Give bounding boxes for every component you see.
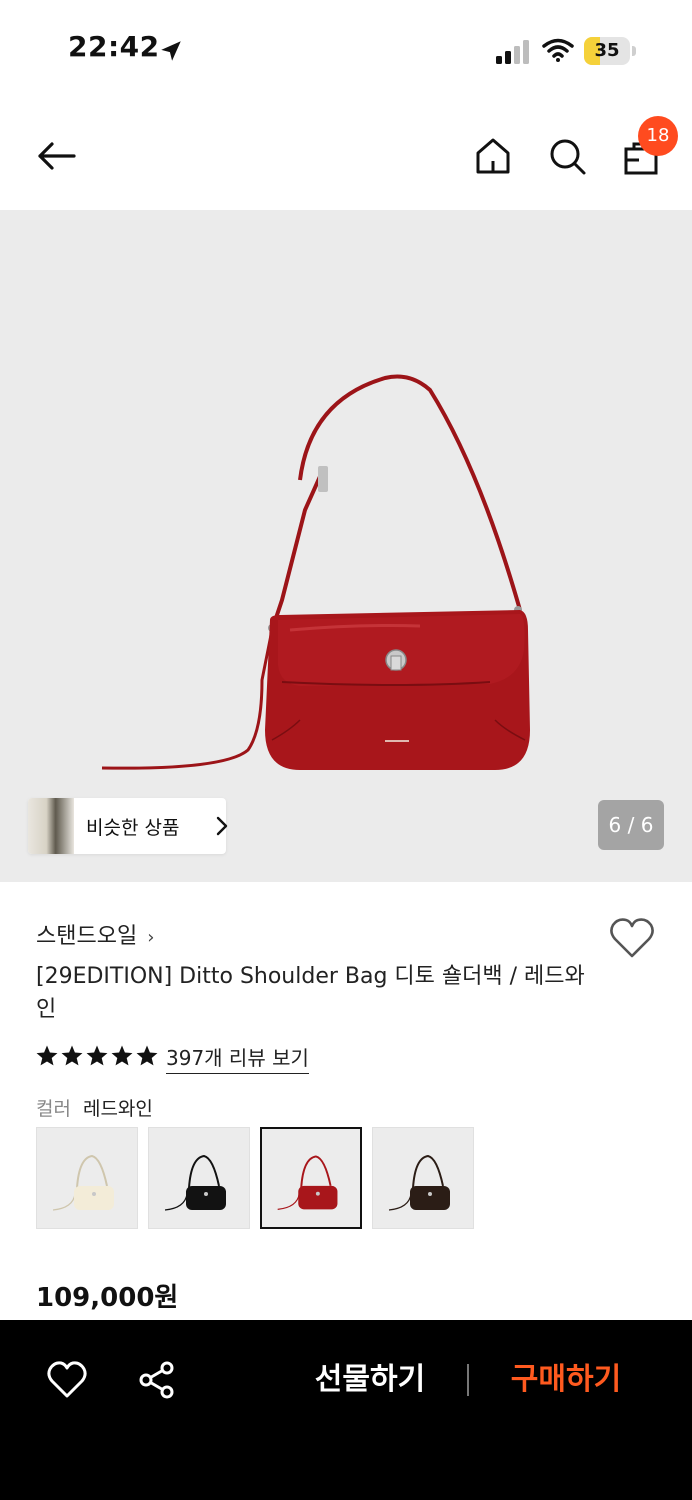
buy-button[interactable]: 구매하기 <box>496 1358 636 1402</box>
review-link[interactable]: 397개 리뷰 보기 <box>166 1042 309 1074</box>
share-icon[interactable] <box>137 1360 177 1400</box>
image-page-counter: 6 / 6 <box>598 800 664 850</box>
star-icon <box>61 1045 83 1066</box>
chevron-right-icon: › <box>147 927 155 948</box>
product-image-gallery[interactable]: 비슷한 상품 6 / 6 <box>0 210 692 882</box>
swatch-bag-thumbnail <box>277 1155 338 1210</box>
cart-count-badge: 18 <box>638 116 678 156</box>
home-icon <box>476 138 510 174</box>
bottom-action-bar: 선물하기 구매하기 <box>0 1320 692 1500</box>
color-selection-label: 컬러 레드와인 <box>36 1094 153 1121</box>
wishlist-heart-icon[interactable] <box>608 916 656 960</box>
battery-indicator: 35 <box>584 37 636 65</box>
color-swatch-cream[interactable] <box>36 1127 138 1229</box>
product-image <box>101 374 530 770</box>
color-value: 레드와인 <box>82 1098 153 1120</box>
color-swatches <box>36 1127 496 1229</box>
swatch-bag-thumbnail <box>388 1154 450 1211</box>
product-price: 109,000원 <box>36 1283 179 1313</box>
cellular-signal-icon <box>496 40 529 64</box>
battery-cap <box>632 46 636 56</box>
wifi-icon <box>542 38 574 62</box>
color-swatch-dark-brown[interactable] <box>372 1127 474 1229</box>
heart-outline-icon[interactable] <box>46 1360 88 1400</box>
battery-body: 35 <box>584 37 630 65</box>
action-divider <box>467 1364 469 1396</box>
similar-products-label: 비슷한 상품 <box>86 817 180 839</box>
search-button[interactable] <box>545 134 589 178</box>
brand-name: 스탠드오일 <box>36 924 138 949</box>
star-icon <box>136 1045 158 1066</box>
similar-products-button[interactable]: 비슷한 상품 <box>28 798 228 854</box>
status-time: 22:42 <box>68 30 160 63</box>
search-icon <box>550 139 586 175</box>
color-key: 컬러 <box>36 1098 71 1120</box>
gift-button[interactable]: 선물하기 <box>300 1358 440 1402</box>
product-title: [29EDITION] Ditto Shoulder Bag 디토 숄더백 / … <box>36 964 585 1022</box>
chevron-right-icon <box>216 816 228 836</box>
star-icon <box>36 1045 58 1066</box>
similar-product-thumbnail <box>28 798 74 854</box>
rating-stars-icon <box>36 1045 158 1066</box>
brand-link[interactable]: 스탠드오일 › <box>36 918 154 950</box>
star-icon <box>111 1045 133 1066</box>
battery-level: 35 <box>594 40 620 61</box>
location-arrow-icon <box>161 41 181 61</box>
top-nav-bar <box>0 100 692 210</box>
star-icon <box>86 1045 108 1066</box>
color-swatch-black[interactable] <box>148 1127 250 1229</box>
swatch-bag-thumbnail <box>164 1154 226 1211</box>
color-swatch-red-wine[interactable] <box>260 1127 362 1229</box>
status-bar: 22:42 35 <box>0 0 692 100</box>
home-button[interactable] <box>471 134 515 178</box>
arrow-left-icon <box>38 142 76 170</box>
back-button[interactable] <box>34 134 78 178</box>
swatch-bag-thumbnail <box>52 1154 114 1211</box>
